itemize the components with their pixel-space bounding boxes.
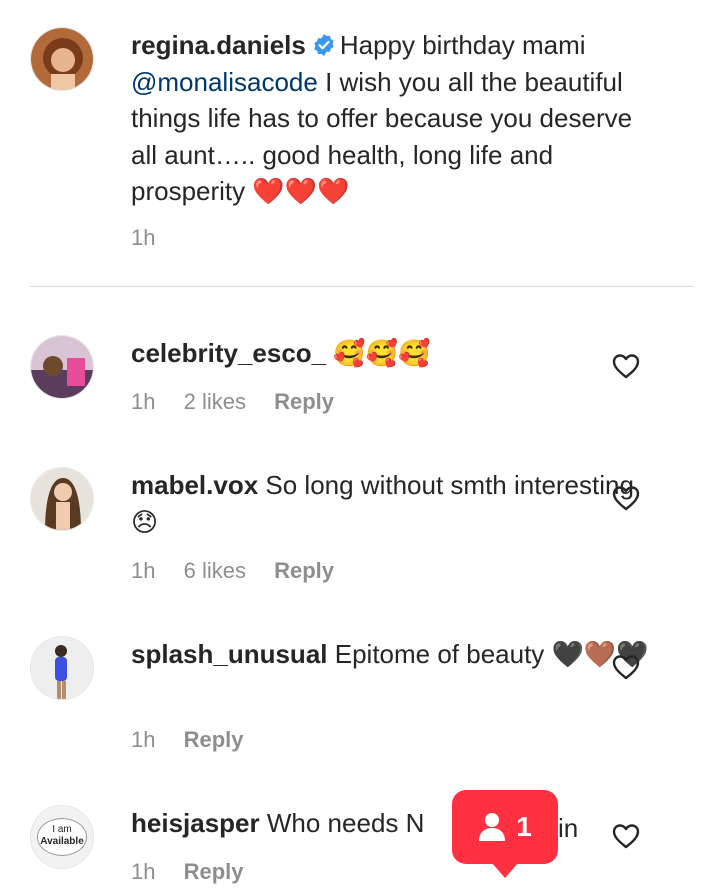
comment-emojis: 😞 (131, 507, 159, 538)
comment-likes[interactable]: 6 likes (184, 558, 246, 583)
comment-body: So long without smth interesting (265, 470, 634, 500)
notification-count: 1 (516, 811, 532, 842)
caption-username[interactable]: regina.daniels (131, 30, 306, 60)
comment-likes[interactable]: 2 likes (184, 389, 246, 414)
caption-text-1: Happy birthday mami (339, 30, 586, 60)
reply-button[interactable]: Reply (274, 558, 334, 583)
comment-emojis: 🥰🥰🥰 (333, 339, 431, 369)
like-heart-icon[interactable] (612, 823, 640, 849)
comment-body-continued: in (558, 813, 579, 843)
avatar-text-1: I am (52, 824, 72, 835)
comment-timestamp: 1h (131, 727, 156, 752)
comment-avatar[interactable] (30, 335, 94, 399)
comment-meta: 1h Reply (131, 727, 244, 753)
comment-timestamp: 1h (131, 859, 156, 884)
comment-avatar[interactable] (30, 636, 94, 700)
comment-username[interactable]: celebrity_esco_ (131, 338, 326, 368)
comment-body: Who needs N (266, 808, 425, 838)
comment-text: mabel.vox So long without smth interesti… (131, 467, 651, 541)
caption-meta: 1h (131, 225, 155, 251)
comment-body: Epitome of beauty (334, 639, 545, 669)
comment-timestamp: 1h (131, 389, 156, 414)
comment-timestamp: 1h (131, 558, 156, 583)
divider (30, 286, 694, 287)
avatar-badge: I am Available (37, 818, 87, 856)
comment-meta: 1h Reply (131, 859, 244, 885)
reply-button[interactable]: Reply (184, 727, 244, 752)
person-icon (479, 813, 506, 841)
follower-notification-toast[interactable]: 1 (452, 790, 558, 878)
comment-text: splash_unusual Epitome of beauty 🖤🤎🖤 (131, 636, 651, 674)
caption-avatar[interactable] (30, 27, 94, 91)
like-heart-icon[interactable] (612, 353, 640, 379)
comment-username[interactable]: splash_unusual (131, 639, 328, 669)
like-heart-icon[interactable] (612, 485, 640, 511)
reply-button[interactable]: Reply (274, 389, 334, 414)
caption-timestamp: 1h (131, 225, 156, 250)
caption-emojis: ❤️❤️❤️ (252, 177, 350, 207)
caption-mention-link[interactable]: @monalisacode (131, 67, 318, 97)
comment-username[interactable]: heisjasper (131, 808, 260, 838)
avatar-text-2: Available (40, 836, 84, 847)
comment-username[interactable]: mabel.vox (131, 470, 258, 500)
like-heart-icon[interactable] (612, 654, 640, 680)
comment-meta: 1h 6 likes Reply (131, 558, 334, 584)
reply-button[interactable]: Reply (184, 859, 244, 884)
comment-meta: 1h 2 likes Reply (131, 389, 334, 415)
comment-text: celebrity_esco_ 🥰🥰🥰 (131, 335, 651, 373)
verified-badge-icon (314, 34, 334, 56)
comment-avatar[interactable]: I am Available (30, 805, 94, 869)
comment-avatar[interactable] (30, 467, 94, 531)
caption-text: regina.daniels Happy birthday mami @mona… (131, 27, 651, 211)
